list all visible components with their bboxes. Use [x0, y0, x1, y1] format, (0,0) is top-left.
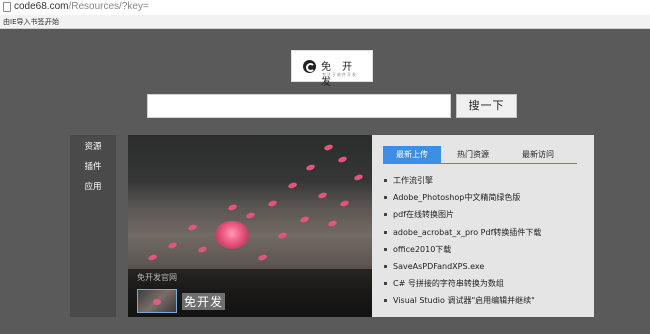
petal-decoration	[277, 231, 288, 240]
list-item-label: pdf在线转换图片	[393, 210, 454, 220]
list-item[interactable]: Adobe_Photoshop中文精简绿色版	[384, 189, 541, 206]
list-item-label: Visual Studio 调试器"启用编辑并继续"	[393, 296, 535, 306]
petal-decoration	[299, 215, 310, 224]
search-button[interactable]: 搜一下	[456, 94, 517, 118]
logo-tagline: 专注于软件开发	[322, 72, 357, 77]
hero-thumbnail[interactable]	[137, 289, 177, 313]
petal-decoration	[287, 181, 298, 190]
bullet-icon	[384, 230, 387, 234]
petal-decoration	[167, 241, 178, 250]
url-path: /Resources/?key=	[68, 1, 149, 12]
list-item-label: C# 号拼接的字符串转换为数组	[393, 279, 504, 289]
petal-decoration	[337, 155, 348, 164]
list-item[interactable]: office2010下载	[384, 241, 541, 258]
petal-decoration	[327, 219, 338, 228]
panel-tabs: 最新上传 热门资源 最新访问	[383, 146, 577, 164]
bullet-icon	[384, 196, 387, 200]
hero-slideshow[interactable]: 免开发官网 免开发	[128, 135, 372, 317]
sidebar-item-resources[interactable]: 资源	[70, 137, 116, 157]
petal-decoration	[305, 163, 316, 172]
petal-decoration	[257, 253, 268, 262]
logo-mark-icon	[303, 60, 316, 73]
list-item[interactable]: 工作流引擎	[384, 172, 541, 189]
petal-decoration	[245, 211, 256, 220]
search-input[interactable]	[147, 94, 451, 118]
petal-decoration	[227, 203, 238, 212]
list-item[interactable]: C# 号拼接的字符串转换为数组	[384, 275, 541, 292]
site-logo[interactable]: 免 开 发 专注于软件开发	[291, 50, 373, 88]
sidebar-item-apps[interactable]: 应用	[70, 177, 116, 197]
bullet-icon	[384, 264, 387, 268]
bullet-icon	[384, 213, 387, 217]
petal-decoration	[339, 199, 350, 208]
list-item[interactable]: pdf在线转换图片	[384, 206, 541, 223]
list-item-label: adobe_acrobat_x_pro Pdf转换插件下载	[393, 227, 542, 237]
list-item[interactable]: SaveAsPDFandXPS.exe	[384, 258, 541, 275]
tab-recent-visits[interactable]: 最新访问	[507, 146, 569, 164]
hero-caption: 免开发官网	[137, 273, 177, 282]
petal-decoration	[323, 143, 334, 152]
rose-image	[215, 221, 249, 249]
sidebar-item-plugins[interactable]: 插件	[70, 157, 116, 177]
petal-decoration	[267, 199, 278, 208]
petal-decoration	[187, 223, 198, 232]
list-item[interactable]: Visual Studio 调试器"启用编辑并继续"	[384, 292, 541, 309]
list-item[interactable]: adobe_acrobat_x_pro Pdf转换插件下载	[384, 224, 541, 241]
petal-decoration	[317, 191, 328, 200]
bullet-icon	[384, 247, 387, 251]
tab-latest-uploads[interactable]: 最新上传	[383, 146, 441, 164]
petal-decoration	[353, 173, 364, 182]
list-item-label: 工作流引擎	[393, 176, 433, 185]
list-item-label: Adobe_Photoshop中文精简绿色版	[393, 193, 521, 203]
list-item-label: SaveAsPDFandXPS.exe	[393, 261, 485, 271]
petal-decoration	[147, 253, 158, 262]
address-bar[interactable]: code68.com/Resources/?key=	[0, 0, 650, 15]
bullet-icon	[384, 179, 387, 182]
bookmark-start[interactable]: 开始	[45, 17, 59, 27]
bookmarks-bar: 由IE导入书签。 开始	[0, 15, 650, 29]
url-domain: code68.com	[14, 1, 69, 12]
hero-title: 免开发	[182, 293, 226, 310]
page-icon	[3, 2, 11, 12]
bullet-icon	[384, 282, 387, 286]
bullet-icon	[384, 299, 387, 303]
list-item-label: office2010下载	[393, 244, 452, 254]
petal-decoration	[197, 245, 208, 254]
tab-popular-resources[interactable]: 热门资源	[445, 146, 501, 164]
url-text[interactable]: code68.com/Resources/?key=	[14, 1, 149, 12]
sidebar: 资源 插件 应用	[70, 135, 116, 317]
resource-panel: 最新上传 热门资源 最新访问 工作流引擎 Adobe_Photoshop中文精简…	[372, 135, 594, 317]
resource-list: 工作流引擎 Adobe_Photoshop中文精简绿色版 pdf在线转换图片 a…	[384, 172, 541, 310]
